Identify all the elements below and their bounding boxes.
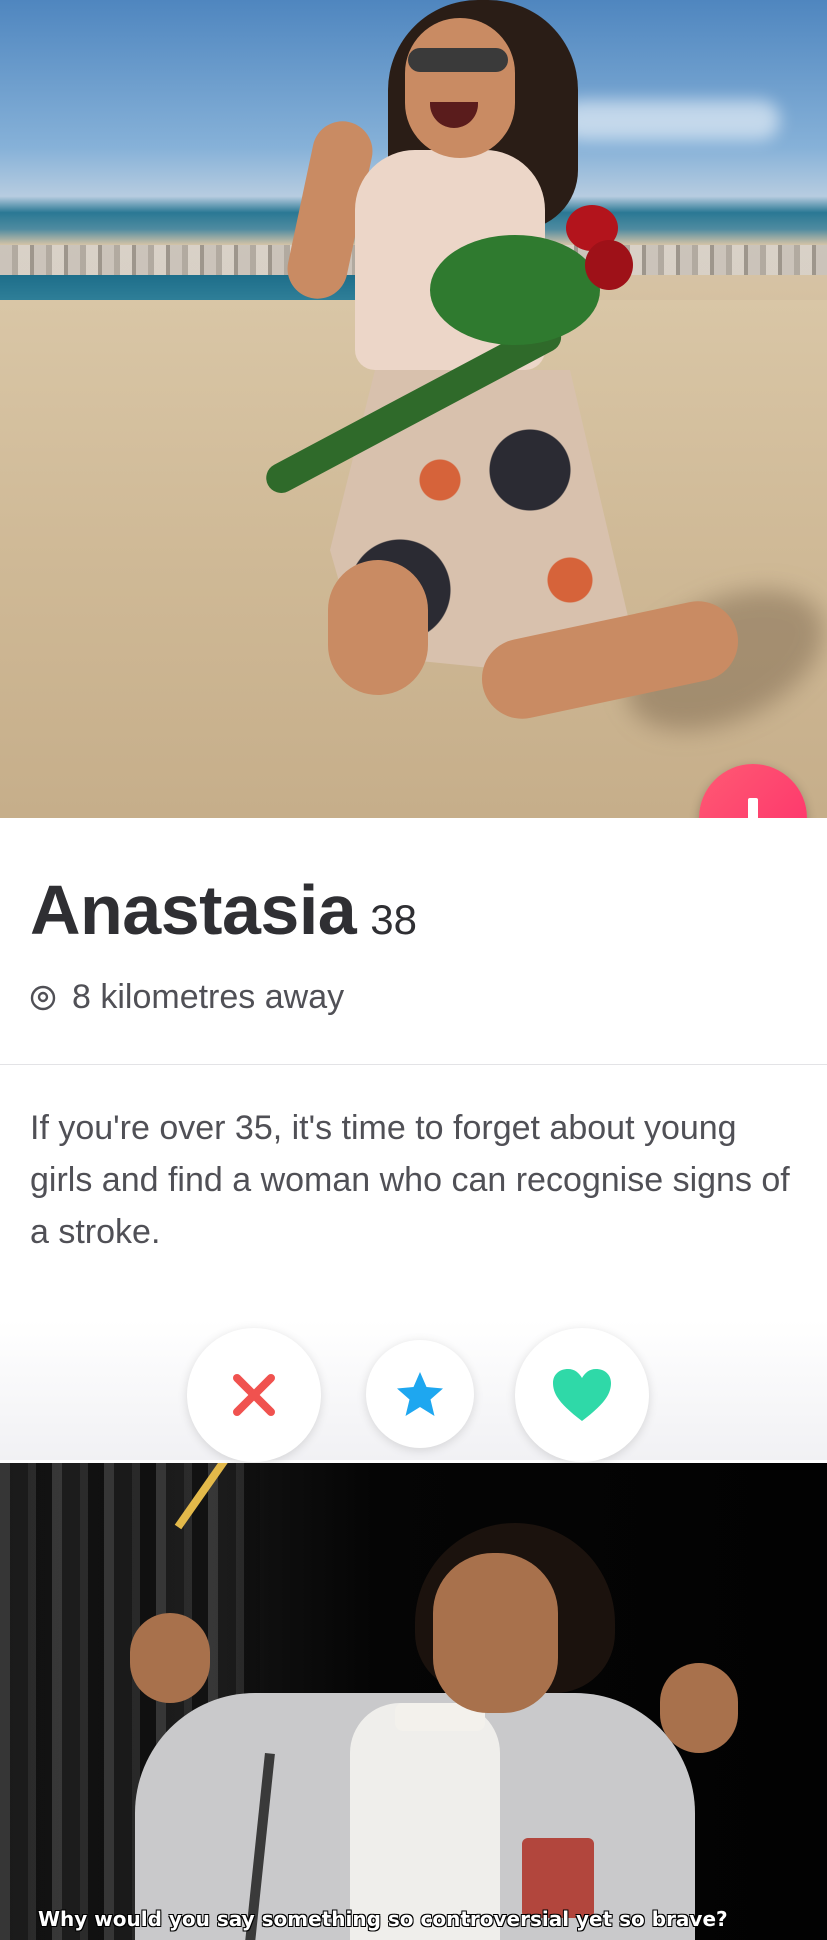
like-button[interactable] [515,1328,649,1462]
meme-person-hand [130,1613,210,1703]
star-icon [397,1372,443,1416]
meme-caption: Why would you say something so controver… [38,1907,728,1931]
section-divider [0,1064,827,1065]
meme-image: Why would you say something so controver… [0,1463,827,1940]
meme-person-face [433,1553,558,1713]
profile-header: Anastasia 38 [30,870,417,950]
profile-photo[interactable] [0,0,827,818]
action-bar [0,1320,827,1462]
photo-rose [585,240,633,290]
photo-person-sunglasses [408,48,508,72]
photo-cloud [560,100,780,140]
meme-person-shirt [350,1703,500,1940]
photo-person-face [405,18,515,158]
profile-age: 38 [370,896,417,943]
meme-person-hand [660,1663,738,1753]
profile-name: Anastasia [30,871,357,949]
distance-text: 8 kilometres away [72,978,345,1016]
nope-button[interactable] [187,1328,321,1462]
profile-info-card: Anastasia 38 8 kilometres away If you're … [0,818,827,1326]
distance-row: 8 kilometres away [30,978,344,1017]
profile-bio: If you're over 35, it's time to forget a… [30,1109,790,1251]
photo-person-knee [328,560,428,695]
photo-rose-leaves [430,235,600,345]
heart-icon [553,1369,611,1421]
close-icon [233,1374,275,1416]
meme-mug [522,1838,594,1918]
superlike-button[interactable] [366,1340,474,1448]
location-pin-icon [30,985,56,1010]
